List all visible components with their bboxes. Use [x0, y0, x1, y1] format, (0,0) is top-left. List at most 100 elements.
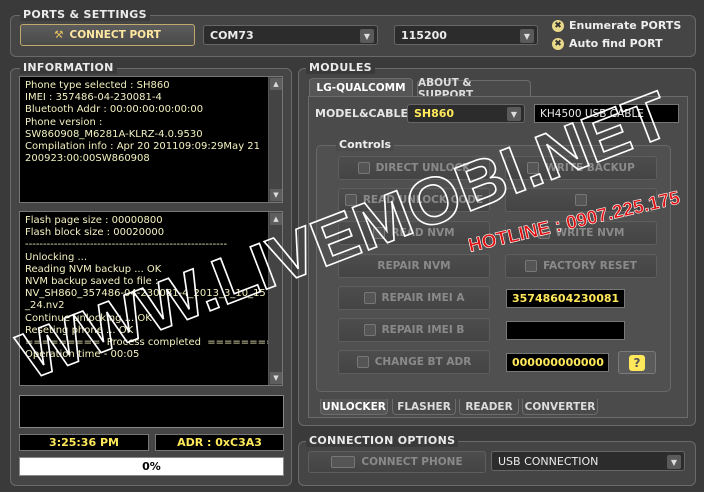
key-icon [344, 194, 357, 206]
bt-address-field[interactable]: 000000000000 [506, 353, 609, 372]
scroll-down-icon[interactable]: ▼ [270, 372, 282, 384]
info-line: Compilation info : Apr 20 201109:09:29Ma… [25, 141, 261, 153]
port-select[interactable]: COM73 ▼ [203, 25, 378, 45]
info-lines: Phone type selected : SH860 IMEI : 357486… [25, 80, 277, 165]
auto-find-port-label: Auto find PORT [569, 37, 663, 50]
connect-phone-label: CONNECT PHONE [361, 456, 463, 468]
progress-text: 0% [142, 460, 161, 473]
connect-port-label: CONNECT PORT [69, 29, 161, 41]
tab-converter[interactable]: CONVERTER [522, 399, 598, 415]
time-display: 3:25:36 PM [19, 434, 149, 451]
adr-text: ADR : 0xC3A3 [177, 436, 262, 449]
read-nvm-button[interactable]: READ NVM [338, 221, 490, 245]
change-bt-adr-label: CHANGE BT ADR [374, 356, 472, 368]
chip-icon [537, 227, 550, 239]
connect-port-button[interactable]: ⚒ CONNECT PORT [20, 24, 195, 46]
log-line: Continue unlocking ... OK [25, 312, 152, 324]
chip-icon [373, 227, 386, 239]
info-console[interactable]: Phone type selected : SH860 IMEI : 357486… [19, 76, 283, 203]
information-title: INFORMATION [20, 61, 117, 74]
chevron-down-icon: ▼ [520, 29, 534, 43]
tab-unlocker[interactable]: UNLOCKER [320, 399, 388, 415]
repair-imei-b-label: REPAIR IMEI B [381, 324, 465, 336]
help-icon: ? [629, 354, 645, 371]
repair-nvm-label: REPAIR NVM [377, 260, 451, 272]
repair-imei-b-button[interactable]: REPAIR IMEI B [338, 318, 490, 342]
imei-b-field[interactable] [506, 321, 625, 340]
ports-settings-title: PORTS & SETTINGS [20, 8, 150, 21]
connect-phone-button[interactable]: CONNECT PHONE [308, 451, 486, 473]
help-button[interactable]: ? [618, 351, 656, 374]
imei-a-field[interactable]: 35748604230081 [506, 289, 625, 308]
baud-select[interactable]: 115200 ▼ [394, 25, 538, 45]
change-bt-adr-button[interactable]: CHANGE BT ADR [338, 350, 490, 374]
info-line: SW860908_M6281A-KLRZ-4.0.9530 [25, 128, 203, 140]
enumerate-ports-label: Enumerate PORTS [569, 19, 682, 32]
repair-imei-a-button[interactable]: REPAIR IMEI A [338, 286, 490, 310]
status-message-box [19, 395, 284, 428]
cable-value: KH4500 USB CABLE [540, 107, 644, 120]
log-line: NV_SH860_357486-04-230081-4_2013_3_10_15 [25, 288, 266, 300]
chevron-down-icon: ▼ [507, 107, 521, 121]
log-lines: Flash page size : 00000800 Flash block si… [25, 215, 277, 361]
log-line: Reading NVM backup ... OK [25, 263, 162, 275]
info-line: Phone version : [25, 116, 103, 128]
unlock-icon [357, 162, 370, 174]
connection-select[interactable]: USB CONNECTION ▼ [491, 451, 685, 471]
repair-imei-a-label: REPAIR IMEI A [381, 292, 465, 304]
log-console[interactable]: Flash page size : 00000800 Flash block si… [19, 211, 283, 386]
info-line: IMEI : 357486-04-230081-4 [25, 92, 162, 104]
tab-flasher[interactable]: FLASHER [392, 399, 456, 415]
scroll-up-icon[interactable]: ▲ [270, 213, 282, 225]
write-nvm-button[interactable]: WRITE NVM [505, 221, 657, 245]
log-line: ========= Process completed ======== [25, 337, 275, 349]
scroll-down-icon[interactable]: ▼ [270, 189, 282, 201]
enumerate-ports-checkbox[interactable]: ✖ Enumerate PORTS [552, 19, 681, 32]
factory-reset-button[interactable]: FACTORY RESET [505, 254, 657, 278]
info-line: Phone type selected : SH860 [25, 80, 170, 91]
log-line: Flash block size : 00020000 [25, 227, 165, 239]
factory-reset-label: FACTORY RESET [543, 260, 637, 272]
info-line: Bluetooth Addr : 00:00:00:00:00:00 [25, 104, 204, 116]
direct-unlock-label: DIRECT UNLOCK [375, 162, 471, 174]
read-unlock-code-button[interactable]: READ UNLOCK CODE [338, 188, 490, 212]
info-line: 200923:00:00SW860908 [25, 153, 150, 165]
direct-unlock-button[interactable]: DIRECT UNLOCK [338, 156, 490, 180]
modules-title: MODULES [306, 61, 375, 74]
check-icon: ✖ [552, 19, 564, 32]
tab-about-support[interactable]: ABOUT & SUPPORT [417, 77, 531, 101]
baud-value: 115200 [401, 28, 447, 42]
plug-icon: ⚒ [54, 29, 64, 41]
connection-value: USB CONNECTION [498, 454, 599, 468]
repair-nvm-button[interactable]: REPAIR NVM [338, 254, 490, 278]
scroll-up-icon[interactable]: ▲ [270, 78, 282, 90]
write-backup-label: WRITE BACKUP [545, 162, 635, 174]
chevron-down-icon: ▼ [360, 29, 374, 43]
model-select[interactable]: SH860 ▼ [407, 104, 525, 123]
model-cable-label: MODEL&CABLE : [315, 107, 417, 120]
tab-lg-qualcomm[interactable]: LG-QUALCOMM [309, 78, 413, 96]
log-line: Reseting phone ... OK [25, 324, 134, 336]
write-backup-button[interactable]: WRITE BACKUP [505, 156, 657, 180]
blank-button[interactable] [505, 188, 657, 212]
tab-reader[interactable]: READER [459, 399, 519, 415]
model-value: SH860 [414, 107, 455, 120]
read-nvm-label: READ NVM [391, 227, 455, 239]
progress-bar: 0% [19, 457, 284, 476]
controls-title: Controls [336, 138, 395, 151]
log-line: _24.nv2 [25, 300, 65, 312]
auto-find-port-checkbox[interactable]: ✖ Auto find PORT [552, 37, 663, 50]
connection-options-title: CONNECTION OPTIONS [306, 434, 459, 447]
write-nvm-label: WRITE NVM [555, 227, 625, 239]
log-line: Operation time - 00:05 [25, 349, 140, 361]
read-unlock-code-label: READ UNLOCK CODE [362, 194, 484, 206]
log-line: Unlocking ... [25, 251, 88, 263]
tool-icon [575, 194, 587, 206]
phone-icon [331, 456, 356, 468]
imei-a-value: 35748604230081 [512, 292, 620, 305]
wrench-icon [363, 324, 376, 336]
info-scrollbar[interactable]: ▲ ▼ [268, 77, 282, 202]
bluetooth-icon [356, 356, 369, 368]
time-text: 3:25:36 PM [49, 436, 119, 449]
log-scrollbar[interactable]: ▲ ▼ [268, 212, 282, 385]
